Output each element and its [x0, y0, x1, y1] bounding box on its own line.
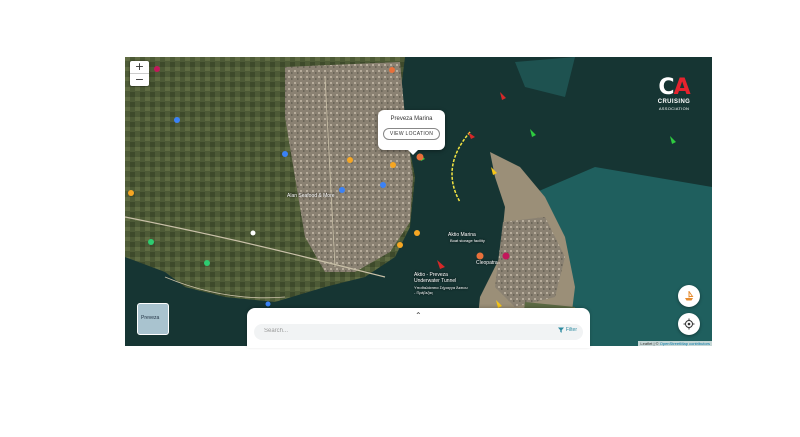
sheet-handle-icon[interactable]: ⌃: [415, 311, 422, 320]
cruising-association-logo: CA CRUISING ASSOCIATION: [650, 75, 698, 112]
label-alan-seafood: Alan Seafood & More: [287, 193, 335, 199]
label-tunnel: Aktio - Preveza Underwater Tunnel: [414, 272, 457, 284]
boat-layer-button[interactable]: [678, 285, 700, 307]
logo-line2: ASSOCIATION: [658, 106, 690, 111]
map-view[interactable]: + − Preveza Marina VIEW LOCATION Alan Se…: [125, 57, 712, 346]
label-aktio-marina-sub: Boat storage facility: [450, 238, 485, 243]
filter-label: Filter: [565, 327, 577, 333]
search-bar: Filter: [254, 324, 583, 340]
attribution-prefix: Leaflet | ©: [640, 341, 660, 346]
locate-me-button[interactable]: [678, 313, 700, 335]
minimap-label: Preveza: [141, 315, 160, 321]
label-tunnel-sub: Υποθαλάσσια Σήραγγα Άκτιου - Πρέβεζας: [414, 285, 468, 295]
map-attribution: Leaflet | © OpenStreetMap contributors: [638, 341, 712, 346]
marina-popup: Preveza Marina VIEW LOCATION: [378, 110, 445, 155]
logo-line1: CRUISING: [657, 99, 691, 105]
filter-button[interactable]: Filter: [557, 327, 577, 333]
search-input[interactable]: [262, 327, 526, 335]
satellite-imagery: [125, 57, 712, 346]
zoom-in-button[interactable]: +: [130, 61, 149, 73]
boat-icon: [685, 291, 694, 301]
label-cleopatra: Cleopatra: [476, 260, 498, 266]
attribution-link[interactable]: OpenStreetMap contributors: [660, 341, 710, 346]
crosshair-icon: [683, 318, 695, 330]
zoom-out-button[interactable]: −: [130, 73, 149, 86]
popup-title: Preveza Marina: [390, 116, 433, 122]
view-location-button[interactable]: VIEW LOCATION: [382, 128, 441, 140]
zoom-control: + −: [130, 61, 149, 86]
logo-c: C: [658, 75, 674, 100]
filter-icon: [557, 327, 564, 333]
minimap-layer-switcher[interactable]: Preveza: [137, 303, 169, 335]
bottom-sheet: ⌃ Filter: [247, 308, 590, 348]
logo-a: A: [673, 75, 691, 100]
